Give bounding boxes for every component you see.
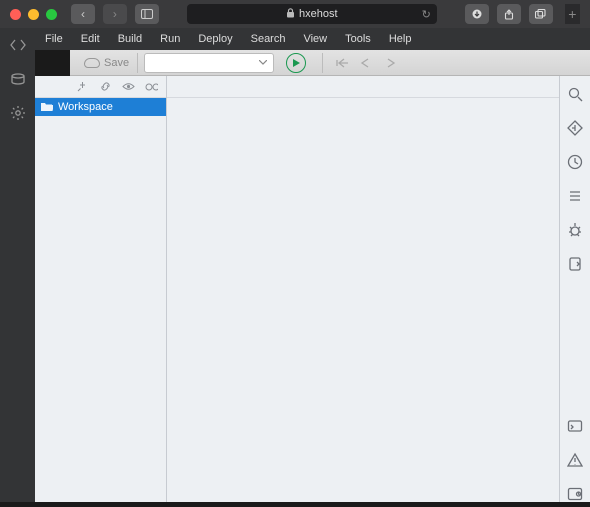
step-return-icon[interactable] [333,54,351,72]
url-host: hxehost [299,8,338,20]
save-label: Save [104,57,129,69]
browser-titlebar: ‹ › hxehost ↻ + [0,0,590,28]
main-toolbar: Save [70,50,590,76]
workspace-label: Workspace [58,101,113,113]
close-window-icon[interactable] [10,9,21,20]
menu-search[interactable]: Search [251,33,286,45]
editor-area [167,76,560,502]
development-icon[interactable] [9,36,27,54]
step-forward-icon[interactable] [381,54,399,72]
tabs-icon[interactable] [529,4,553,24]
forward-button[interactable]: › [103,4,127,24]
menu-view[interactable]: View [303,33,327,45]
eye-icon[interactable] [122,80,135,93]
reload-icon[interactable]: ↻ [422,8,431,21]
right-rail [560,76,590,502]
minimize-window-icon[interactable] [28,9,39,20]
workspace-root[interactable]: Workspace [35,98,166,116]
activity-bar [0,28,35,502]
window-controls [10,9,57,20]
history-icon[interactable] [567,154,583,170]
file-explorer-panel: Workspace [35,76,167,502]
git-icon[interactable] [567,256,583,272]
back-button[interactable]: ‹ [71,4,95,24]
run-button[interactable] [286,53,306,73]
link-icon[interactable] [99,80,112,93]
sidebar-toggle-icon[interactable] [135,4,159,24]
editor-tab-bar [167,76,559,98]
glasses-icon[interactable] [145,80,158,93]
diamond-icon[interactable] [567,120,583,136]
menu-file[interactable]: File [45,33,63,45]
menu-run[interactable]: Run [160,33,180,45]
divider [322,53,323,73]
cloud-icon [84,58,100,68]
menu-tools[interactable]: Tools [345,33,371,45]
debug-icon[interactable] [567,222,583,238]
lock-icon [286,8,295,21]
new-tab-button[interactable]: + [565,4,580,24]
terminal-icon[interactable] [567,486,583,502]
menu-bar: File Edit Build Run Deploy Search View T… [35,28,590,50]
save-button[interactable]: Save [76,53,138,73]
menu-deploy[interactable]: Deploy [198,33,232,45]
outline-icon[interactable] [567,188,583,204]
download-icon[interactable] [465,4,489,24]
menu-edit[interactable]: Edit [81,33,100,45]
menu-build[interactable]: Build [118,33,142,45]
share-icon[interactable] [497,4,521,24]
search-icon[interactable] [567,86,583,102]
collapse-icon[interactable] [76,80,89,93]
step-back-icon[interactable] [357,54,375,72]
maximize-window-icon[interactable] [46,9,57,20]
file-explorer-toolbar [35,76,166,98]
run-config-dropdown[interactable] [144,53,274,73]
problems-icon[interactable] [567,452,583,468]
menu-help[interactable]: Help [389,33,412,45]
console-icon[interactable] [567,418,583,434]
settings-icon[interactable] [9,104,27,122]
database-icon[interactable] [9,70,27,88]
folder-open-icon [41,102,53,112]
address-bar[interactable]: hxehost ↻ [187,4,437,24]
chevron-down-icon [259,60,267,65]
